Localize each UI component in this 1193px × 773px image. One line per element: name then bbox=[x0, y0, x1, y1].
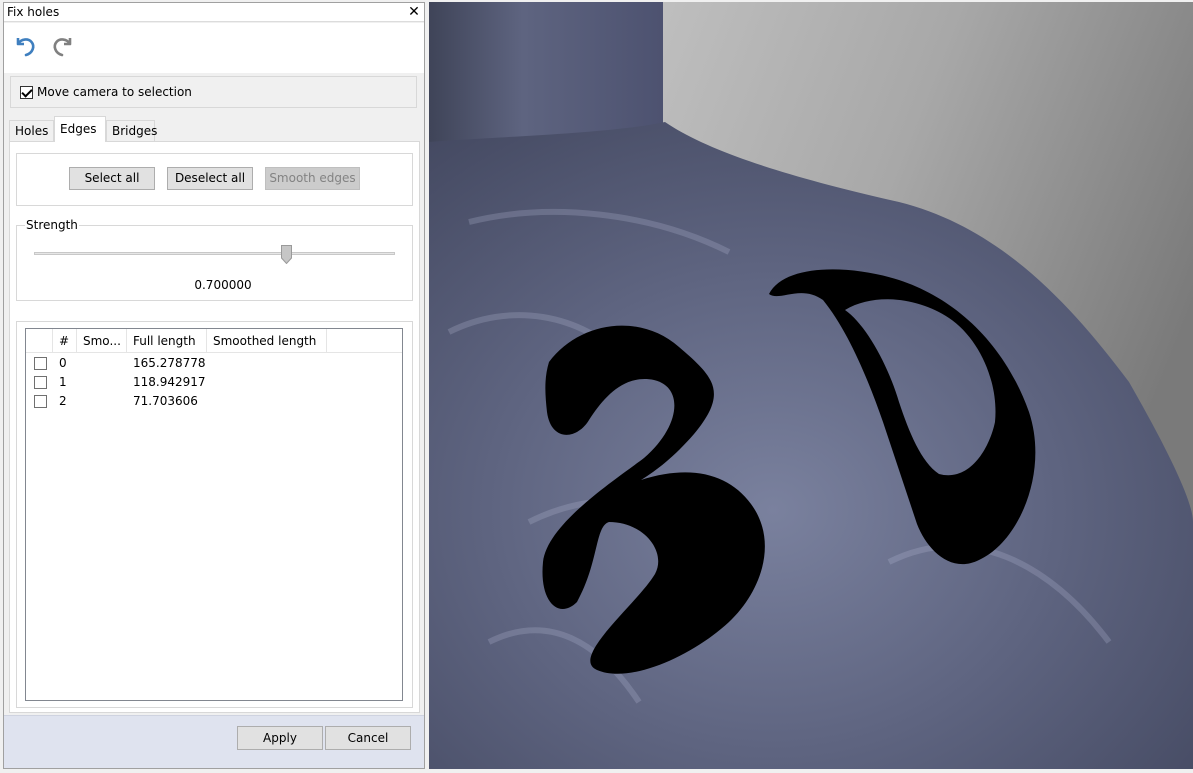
smooth-edges-button[interactable]: Smooth edges bbox=[265, 167, 360, 190]
column-header-smooth[interactable]: Smo... bbox=[77, 329, 127, 353]
table-header: # Smo... Full length Smoothed length bbox=[26, 329, 402, 353]
strength-label: Strength bbox=[25, 218, 79, 232]
undo-icon[interactable] bbox=[10, 31, 38, 59]
strength-value: 0.700000 bbox=[194, 278, 252, 292]
row-checkbox[interactable] bbox=[34, 357, 47, 370]
toolbar bbox=[4, 23, 424, 73]
close-icon[interactable]: ✕ bbox=[407, 4, 421, 20]
mesh-view bbox=[429, 2, 1193, 769]
move-camera-checkbox[interactable] bbox=[20, 86, 33, 99]
edges-table-group: # Smo... Full length Smoothed length 0 1… bbox=[16, 321, 413, 708]
tab-edges[interactable]: Edges bbox=[54, 116, 106, 142]
row-checkbox[interactable] bbox=[34, 376, 47, 389]
row-full-length: 165.278778 bbox=[133, 356, 206, 370]
deselect-all-button[interactable]: Deselect all bbox=[167, 167, 253, 190]
column-header-full-length[interactable]: Full length bbox=[127, 329, 207, 353]
3d-viewport[interactable] bbox=[429, 2, 1193, 769]
apply-button[interactable]: Apply bbox=[237, 726, 323, 750]
column-header-index[interactable]: # bbox=[53, 329, 77, 353]
move-camera-label[interactable]: Move camera to selection bbox=[37, 85, 192, 99]
column-header-smoothed-length[interactable]: Smoothed length bbox=[207, 329, 327, 353]
fix-holes-dialog: Fix holes ✕ Move camera to selection Hol… bbox=[3, 2, 425, 769]
table-row[interactable]: 0 165.278778 bbox=[26, 354, 402, 373]
strength-slider-handle[interactable] bbox=[281, 245, 293, 264]
dialog-footer: Apply Cancel bbox=[4, 715, 424, 768]
app-root: Fix holes ✕ Move camera to selection Hol… bbox=[0, 0, 1193, 773]
edges-table: # Smo... Full length Smoothed length 0 1… bbox=[25, 328, 403, 701]
cancel-button[interactable]: Cancel bbox=[325, 726, 411, 750]
table-row[interactable]: 1 118.942917 bbox=[26, 373, 402, 392]
table-row[interactable]: 2 71.703606 bbox=[26, 392, 402, 411]
select-all-button[interactable]: Select all bbox=[69, 167, 155, 190]
row-index: 2 bbox=[59, 394, 67, 408]
edges-tab-panel: Select all Deselect all Smooth edges Str… bbox=[9, 141, 420, 713]
row-full-length: 71.703606 bbox=[133, 394, 198, 408]
row-index: 0 bbox=[59, 356, 67, 370]
column-header-select[interactable] bbox=[26, 329, 53, 353]
move-camera-option: Move camera to selection bbox=[10, 76, 417, 108]
redo-icon[interactable] bbox=[50, 31, 78, 59]
strength-group: Strength 0.700000 bbox=[16, 218, 413, 301]
row-full-length: 118.942917 bbox=[133, 375, 206, 389]
strength-slider-track[interactable] bbox=[34, 252, 395, 255]
row-index: 1 bbox=[59, 375, 67, 389]
tab-bridges[interactable]: Bridges bbox=[106, 120, 157, 142]
edge-actions-group: Select all Deselect all Smooth edges bbox=[16, 153, 413, 206]
tab-holes[interactable]: Holes bbox=[9, 120, 54, 142]
mesh-neck bbox=[429, 2, 663, 142]
row-checkbox[interactable] bbox=[34, 395, 47, 408]
title-bar: Fix holes ✕ bbox=[4, 3, 424, 22]
dialog-title: Fix holes bbox=[7, 5, 60, 19]
